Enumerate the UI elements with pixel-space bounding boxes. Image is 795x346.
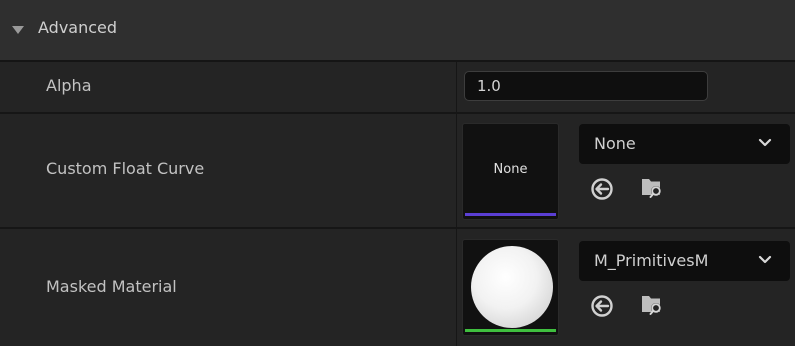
use-selected-asset-icon[interactable]	[589, 176, 615, 202]
asset-picker-combo-curve[interactable]: None	[579, 124, 790, 164]
triangle-down-icon[interactable]	[12, 26, 24, 34]
browse-to-asset-icon[interactable]	[640, 174, 666, 200]
alpha-value-input[interactable]: 1.0	[464, 71, 708, 101]
combo-selected-value: None	[594, 134, 636, 153]
property-row-alpha: Alpha 1.0	[0, 62, 795, 112]
thumbnail-label: None	[493, 162, 528, 177]
asset-thumbnail-material[interactable]	[462, 239, 559, 336]
browse-to-asset-icon[interactable]	[640, 291, 666, 317]
chevron-down-icon	[758, 255, 772, 264]
property-label-custom-float-curve: Custom Float Curve	[46, 159, 205, 178]
property-row-masked-material: Masked Material M_PrimitivesM	[0, 229, 795, 346]
asset-type-bar	[465, 213, 556, 216]
asset-thumbnail-curve[interactable]: None	[462, 123, 559, 220]
property-row-custom-float-curve: Custom Float Curve None None	[0, 114, 795, 227]
property-name-cell: Alpha	[0, 62, 457, 112]
chevron-down-icon	[758, 138, 772, 147]
asset-type-bar	[465, 329, 556, 332]
category-header-advanced[interactable]: Advanced	[0, 0, 795, 62]
property-label-masked-material: Masked Material	[46, 277, 177, 296]
asset-picker-combo-material[interactable]: M_PrimitivesM	[579, 241, 790, 281]
property-name-cell: Custom Float Curve	[0, 114, 457, 227]
use-selected-asset-icon[interactable]	[589, 293, 615, 319]
property-name-cell: Masked Material	[0, 229, 457, 346]
combo-selected-value: M_PrimitivesM	[594, 251, 709, 270]
details-panel: Advanced Alpha 1.0 Custom Float Curve No…	[0, 0, 795, 346]
property-label-alpha: Alpha	[46, 76, 92, 95]
material-sphere-preview	[471, 246, 553, 328]
category-title: Advanced	[38, 18, 118, 37]
